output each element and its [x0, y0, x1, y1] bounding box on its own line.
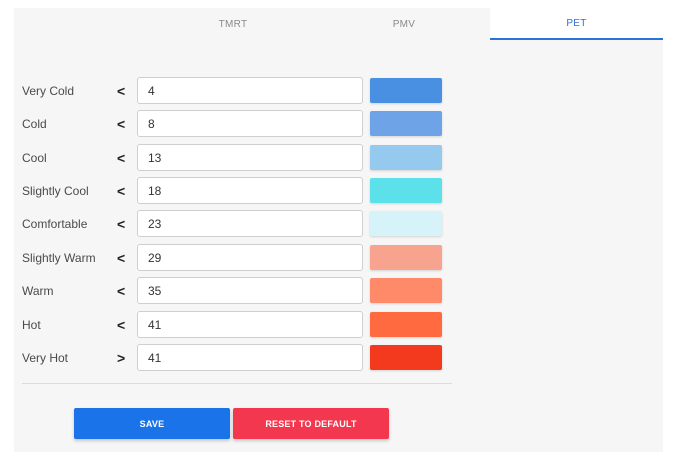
color-swatch[interactable]: [370, 245, 442, 270]
operator-symbol: >: [117, 349, 126, 366]
threshold-row-cold: Cold <: [0, 110, 460, 137]
operator-symbol: <: [117, 182, 126, 199]
threshold-row-comfortable: Comfortable <: [0, 210, 460, 237]
tab-pet[interactable]: PET: [490, 8, 663, 40]
row-label: Very Hot: [22, 350, 69, 365]
threshold-input[interactable]: [137, 210, 363, 237]
threshold-input[interactable]: [137, 77, 363, 104]
threshold-input[interactable]: [137, 110, 363, 137]
threshold-row-slightly-cool: Slightly Cool <: [0, 177, 460, 204]
color-swatch[interactable]: [370, 145, 442, 170]
operator-symbol: <: [117, 115, 126, 132]
row-label: Very Cold: [22, 83, 75, 98]
operator-symbol: <: [117, 215, 126, 232]
color-swatch[interactable]: [370, 345, 442, 370]
threshold-input[interactable]: [137, 244, 363, 271]
threshold-input[interactable]: [137, 144, 363, 171]
threshold-input[interactable]: [137, 177, 363, 204]
color-swatch[interactable]: [370, 111, 442, 136]
row-label: Cold: [22, 116, 47, 131]
threshold-row-hot: Hot <: [0, 311, 460, 338]
threshold-input[interactable]: [137, 311, 363, 338]
threshold-row-very-cold: Very Cold <: [0, 77, 460, 104]
row-label: Hot: [22, 317, 41, 332]
threshold-row-slightly-warm: Slightly Warm <: [0, 244, 460, 271]
color-swatch[interactable]: [370, 211, 442, 236]
row-label: Warm: [22, 283, 54, 298]
operator-symbol: <: [117, 149, 126, 166]
operator-symbol: <: [117, 316, 126, 333]
threshold-input[interactable]: [137, 344, 363, 371]
tab-pmv[interactable]: PMV: [318, 8, 490, 40]
row-label: Cool: [22, 150, 47, 165]
operator-symbol: <: [117, 282, 126, 299]
color-swatch[interactable]: [370, 78, 442, 103]
tab-tmrt[interactable]: TMRT: [148, 8, 318, 40]
color-swatch[interactable]: [370, 178, 442, 203]
operator-symbol: <: [117, 82, 126, 99]
row-label: Slightly Warm: [22, 250, 96, 265]
threshold-row-cool: Cool <: [0, 144, 460, 171]
threshold-row-very-hot: Very Hot >: [0, 344, 460, 371]
reset-to-default-button[interactable]: RESET TO DEFAULT: [233, 408, 389, 439]
threshold-row-warm: Warm <: [0, 277, 460, 304]
divider: [22, 383, 452, 384]
threshold-input[interactable]: [137, 277, 363, 304]
save-button[interactable]: SAVE: [74, 408, 230, 439]
row-label: Slightly Cool: [22, 183, 89, 198]
operator-symbol: <: [117, 249, 126, 266]
row-label: Comfortable: [22, 216, 88, 231]
color-swatch[interactable]: [370, 312, 442, 337]
color-swatch[interactable]: [370, 278, 442, 303]
